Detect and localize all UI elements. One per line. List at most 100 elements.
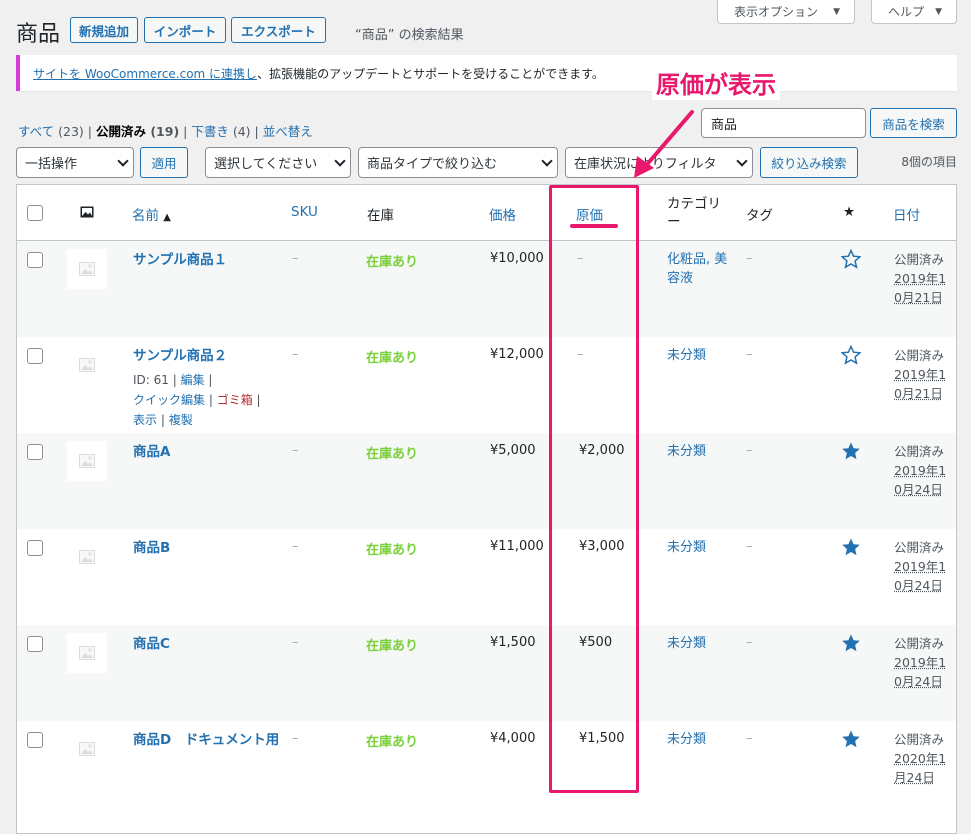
add-new-button[interactable]: 新規追加	[70, 17, 138, 43]
price-cell: ¥12,000	[490, 347, 544, 362]
placeholder-image-icon[interactable]	[67, 537, 107, 577]
edit-link[interactable]: 編集	[181, 373, 205, 387]
screen-options-button[interactable]: 表示オプション ▼	[717, 0, 855, 24]
column-sku[interactable]: SKU	[291, 204, 318, 220]
bulk-action-select[interactable]: 一括操作	[16, 147, 134, 178]
view-published-link[interactable]: 公開済み (19)	[96, 124, 179, 139]
product-name-link[interactable]: 商品D ドキュメント用	[133, 730, 283, 750]
publish-date: 2020年1月24日	[894, 751, 947, 785]
import-button[interactable]: インポート	[144, 17, 226, 43]
price-cell: ¥11,000	[490, 539, 544, 554]
tags-cell: –	[746, 731, 753, 746]
products-table: 名前 ▲ SKU 在庫 価格 原価 カテゴリー タグ ★ 日付 サンプル商品１ –…	[16, 184, 957, 834]
featured-column-star-icon[interactable]: ★	[843, 204, 855, 220]
table-row: 商品D ドキュメント用 – 在庫あり ¥4,000 ¥1,500 未分類 – 公開済み 2020…	[17, 721, 956, 817]
category-link[interactable]: 未分類	[667, 538, 733, 557]
view-separator: |	[83, 124, 96, 139]
column-date[interactable]: 日付	[893, 204, 920, 224]
row-checkbox[interactable]	[27, 444, 43, 460]
row-checkbox[interactable]	[27, 636, 43, 652]
publish-date: 2019年10月21日	[894, 367, 947, 401]
help-button[interactable]: ヘルプ ▼	[871, 0, 957, 24]
tags-cell: –	[746, 347, 753, 362]
row-checkbox[interactable]	[27, 540, 43, 556]
product-name-link[interactable]: サンプル商品１	[133, 250, 283, 270]
status-views: すべて (23) | 公開済み (19) | 下書き (4) | 並べ替え	[18, 121, 313, 140]
table-row: 商品C – 在庫あり ¥1,500 ¥500 未分類 – 公開済み 2019年10月24日	[17, 625, 956, 721]
product-search-input[interactable]: 商品	[701, 108, 866, 138]
select-all-checkbox[interactable]	[27, 205, 43, 221]
row-checkbox[interactable]	[27, 348, 43, 364]
category-link[interactable]: 未分類	[667, 634, 733, 653]
placeholder-image-icon[interactable]	[67, 633, 107, 673]
category-filter-select[interactable]: 選択してください	[205, 147, 351, 178]
stock-status: 在庫あり	[366, 447, 419, 462]
date-cell: 公開済み 2019年10月24日	[894, 442, 954, 499]
bulk-action-value: 一括操作	[25, 157, 78, 172]
row-checkbox[interactable]	[27, 252, 43, 268]
row-checkbox[interactable]	[27, 732, 43, 748]
quick-edit-link[interactable]: クイック編集	[133, 393, 205, 407]
column-stock: 在庫	[367, 208, 394, 224]
featured-star-filled-icon[interactable]	[841, 537, 861, 557]
view-draft-link[interactable]: 下書き (4)	[191, 124, 250, 139]
price-cell: ¥5,000	[490, 443, 536, 458]
placeholder-image-icon[interactable]	[67, 345, 107, 385]
featured-star-outline-icon[interactable]	[840, 344, 862, 365]
category-link[interactable]: 化粧品, 美容液	[667, 250, 733, 288]
placeholder-image-icon[interactable]	[67, 249, 107, 289]
product-type-filter-value: 商品タイプで絞り込む	[367, 157, 498, 172]
connect-link[interactable]: サイトを WooCommerce.com に連携し	[33, 65, 257, 82]
view-separator: |	[179, 124, 192, 139]
page-title: 商品	[16, 22, 61, 47]
view-link[interactable]: 表示	[133, 413, 157, 427]
column-name[interactable]: 名前 ▲	[132, 204, 171, 224]
featured-star-filled-icon[interactable]	[841, 633, 861, 653]
help-label: ヘルプ	[888, 5, 925, 19]
view-sort-link[interactable]: 並べ替え	[263, 124, 313, 139]
stock-status: 在庫あり	[366, 735, 419, 750]
table-header: 名前 ▲ SKU 在庫 価格 原価 カテゴリー タグ ★ 日付	[17, 185, 956, 241]
column-price[interactable]: 価格	[489, 204, 516, 224]
apply-button[interactable]: 適用	[140, 147, 188, 178]
tags-cell: –	[746, 251, 753, 266]
publish-date: 2019年10月24日	[894, 655, 947, 689]
sku-cell: –	[292, 731, 299, 746]
date-cell: 公開済み 2019年10月21日	[894, 250, 954, 307]
featured-star-outline-icon[interactable]	[840, 248, 862, 269]
category-link[interactable]: 未分類	[667, 346, 733, 365]
product-name-link[interactable]: 商品C	[133, 634, 283, 654]
table-row: 商品A – 在庫あり ¥5,000 ¥2,000 未分類 – 公開済み 2019年10月24日	[17, 433, 956, 529]
date-cell: 公開済み 2019年10月24日	[894, 634, 954, 691]
duplicate-link[interactable]: 複製	[169, 413, 193, 427]
product-name-link[interactable]: 商品B	[133, 538, 283, 558]
placeholder-image-icon[interactable]	[67, 441, 107, 481]
screen-meta-links: 表示オプション ▼ ヘルプ ▼	[717, 0, 957, 24]
sku-cell: –	[292, 635, 299, 650]
product-type-filter-select[interactable]: 商品タイプで絞り込む	[358, 147, 558, 178]
chevron-down-icon	[117, 155, 129, 167]
price-cell: ¥4,000	[490, 731, 536, 746]
post-status: 公開済み	[894, 732, 945, 747]
product-name-link[interactable]: サンプル商品２	[133, 346, 283, 366]
screen-options-label: 表示オプション	[734, 5, 819, 19]
featured-star-filled-icon[interactable]	[841, 729, 861, 749]
view-all-link[interactable]: すべて (23)	[18, 124, 84, 139]
column-categories: カテゴリー	[667, 196, 721, 230]
table-row: サンプル商品２ ID: 61 | 編集 | クイック編集 | ゴミ箱 | 表示 | 複…	[17, 337, 956, 433]
category-link[interactable]: 未分類	[667, 730, 733, 749]
table-row: サンプル商品１– 在庫あり ¥10,000– 化粧品, 美容液 – 公開済み 2019年10…	[17, 241, 956, 337]
tags-cell: –	[746, 635, 753, 650]
category-link[interactable]: 未分類	[667, 442, 733, 461]
product-name-link[interactable]: 商品A	[133, 442, 283, 462]
stock-status: 在庫あり	[366, 543, 419, 558]
placeholder-image-icon[interactable]	[67, 729, 107, 769]
post-status: 公開済み	[894, 348, 945, 363]
chevron-down-icon	[334, 155, 346, 167]
filter-submit-button[interactable]: 絞り込み検索	[760, 147, 858, 178]
date-cell: 公開済み 2019年10月24日	[894, 538, 954, 595]
search-products-button[interactable]: 商品を検索	[870, 108, 957, 138]
trash-link[interactable]: ゴミ箱	[217, 393, 253, 407]
featured-star-filled-icon[interactable]	[841, 441, 861, 461]
export-button[interactable]: エクスポート	[231, 17, 326, 43]
